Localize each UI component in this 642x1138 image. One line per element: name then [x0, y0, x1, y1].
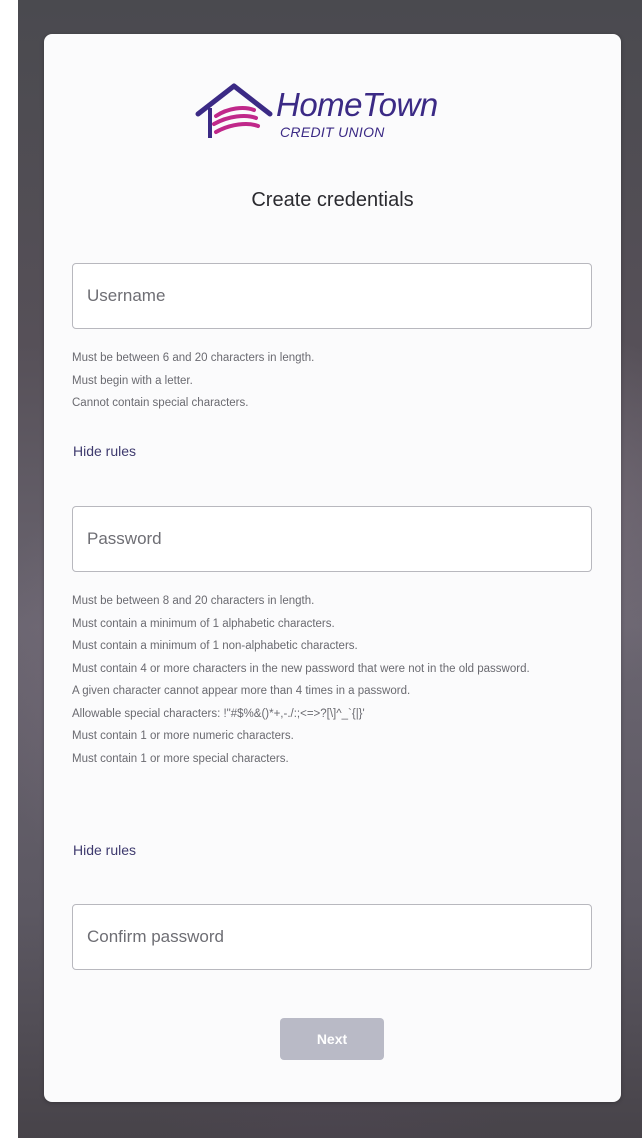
- rule-item: Must be between 8 and 20 characters in l…: [72, 595, 315, 607]
- username-field[interactable]: [72, 263, 592, 329]
- password-input[interactable]: [73, 507, 591, 571]
- page-title: Create credentials: [251, 189, 414, 211]
- rule-item: Must contain 1 or more numeric character…: [72, 730, 294, 742]
- rule-item: Must contain a minimum of 1 alphabetic c…: [72, 617, 335, 630]
- confirm-password-field[interactable]: [72, 904, 592, 970]
- rule-item: Must begin with a letter.: [72, 374, 193, 387]
- brand-subtitle: CREDIT UNION: [280, 124, 385, 140]
- password-hide-rules-link[interactable]: Hide rules: [73, 842, 136, 858]
- rule-item: Must contain a minimum of 1 non-alphabet…: [72, 640, 358, 652]
- rule-item: Allowable special characters: !"#$%&()*+…: [72, 707, 365, 720]
- credentials-card: HomeTown CREDIT UNION Create credentials…: [44, 34, 621, 1102]
- rule-item: Cannot contain special characters.: [72, 397, 249, 409]
- username-input[interactable]: [73, 264, 591, 328]
- rule-item: Must contain 1 or more special character…: [72, 752, 289, 765]
- password-rules: Must be between 8 and 20 characters in l…: [72, 590, 592, 770]
- rule-item: A given character cannot appear more tha…: [72, 685, 411, 697]
- rule-item: Must contain 4 or more characters in the…: [72, 662, 530, 675]
- password-field[interactable]: [72, 506, 592, 572]
- username-rules: Must be between 6 and 20 characters in l…: [72, 347, 592, 415]
- rule-item: Must be between 6 and 20 characters in l…: [72, 352, 315, 364]
- hometown-logo: HomeTown CREDIT UNION: [194, 80, 474, 146]
- username-hide-rules-link[interactable]: Hide rules: [73, 443, 136, 459]
- confirm-password-input[interactable]: [73, 905, 591, 969]
- brand-name: HomeTown: [276, 86, 438, 123]
- next-button[interactable]: Next: [280, 1018, 384, 1060]
- house-logo-icon: [195, 83, 273, 138]
